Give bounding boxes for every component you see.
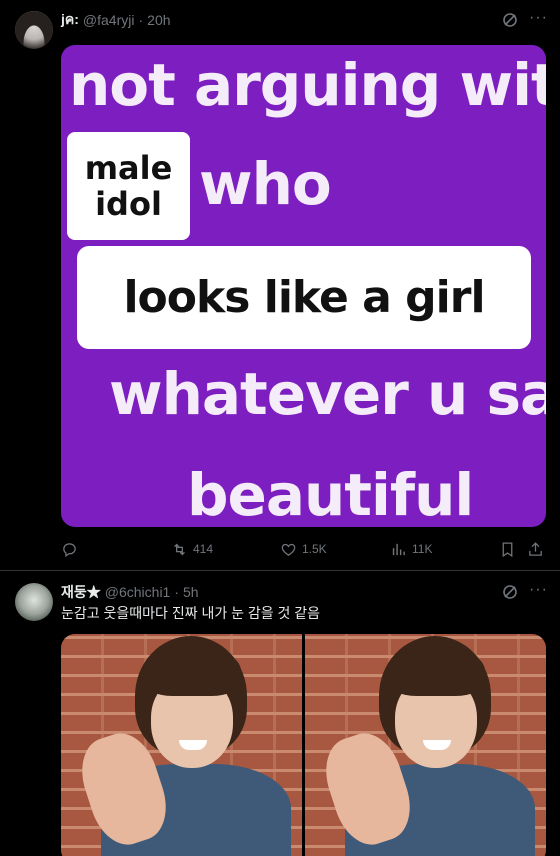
media-grid [61, 634, 546, 856]
grok-icon[interactable] [502, 584, 518, 600]
media-photo[interactable] [305, 634, 546, 856]
more-icon[interactable]: ··· [529, 581, 548, 599]
meme-line: who [199, 150, 332, 218]
share-button[interactable] [527, 539, 544, 559]
reply-icon [63, 542, 76, 557]
display-name[interactable]: jค: [61, 9, 79, 31]
retweet-button[interactable]: 414 [171, 539, 213, 559]
share-icon [529, 541, 542, 556]
timestamp[interactable]: 20h [147, 12, 170, 28]
tweet-header: jค: @fa4ryji · 20h [61, 10, 171, 30]
heart-icon [281, 543, 296, 556]
tweet[interactable]: 재둥★ @6chichi1 · 5h ··· 눈감고 웃을때마다 진짜 내가 눈… [0, 571, 560, 856]
bookmark-icon [502, 541, 513, 557]
meme-box-looks: looks like a girl [77, 246, 531, 349]
bookmark-button[interactable] [499, 539, 516, 559]
separator: · [174, 584, 180, 600]
meme-line: beautiful [187, 461, 474, 527]
meme-box-text: idol [95, 185, 162, 223]
retweet-count: 414 [193, 542, 214, 556]
tweet-text: 눈감고 웃을때마다 진짜 내가 눈 감을 것 같음 [61, 605, 321, 621]
views-button[interactable]: 11K [390, 539, 432, 559]
meme-line: whatever u say [109, 360, 546, 428]
meme-image[interactable]: not arguing with a male idol who looks l… [61, 45, 546, 527]
meme-line: not arguing with a [69, 51, 546, 119]
tweet-header: 재둥★ @6chichi1 · 5h [61, 582, 199, 602]
tweet[interactable]: jค: @fa4ryji · 20h ··· not arguing with … [0, 0, 560, 571]
avatar[interactable] [15, 583, 53, 621]
like-count: 1.5K [302, 542, 327, 556]
action-bar: 414 1.5K 11K [61, 539, 547, 559]
timestamp[interactable]: 5h [183, 584, 199, 600]
like-button[interactable]: 1.5K [280, 539, 327, 559]
display-name[interactable]: 재둥★ [61, 582, 101, 602]
more-icon[interactable]: ··· [529, 9, 548, 27]
media-photo[interactable] [61, 634, 302, 856]
grok-icon[interactable] [502, 12, 518, 28]
handle[interactable]: @6chichi1 [105, 584, 171, 600]
meme-box-male-idol: male idol [67, 132, 190, 240]
handle[interactable]: @fa4ryji [83, 12, 135, 28]
meme-box-text: male [84, 149, 173, 187]
retweet-icon [174, 543, 185, 555]
views-count: 11K [412, 542, 433, 556]
separator: · [138, 12, 144, 28]
avatar[interactable] [15, 11, 53, 49]
views-icon [392, 543, 405, 555]
reply-button[interactable] [61, 539, 83, 559]
